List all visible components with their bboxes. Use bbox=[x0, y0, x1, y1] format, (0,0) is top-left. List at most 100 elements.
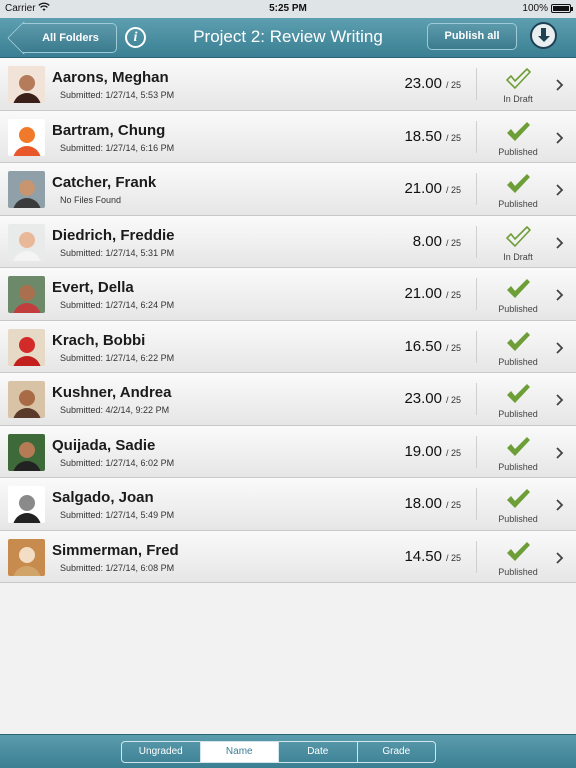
avatar bbox=[8, 171, 45, 208]
chevron-right-icon bbox=[554, 131, 564, 144]
chevron-right-icon bbox=[554, 288, 564, 301]
sort-tab-ungraded[interactable]: Ungraded bbox=[122, 742, 201, 762]
checkmark-icon bbox=[505, 383, 531, 405]
score-max: / 25 bbox=[446, 80, 462, 90]
divider bbox=[476, 278, 477, 310]
avatar bbox=[8, 66, 45, 103]
score-max: / 25 bbox=[446, 132, 462, 143]
student-row[interactable]: Kushner, Andrea Submitted: 4/2/14, 9:22 P… bbox=[0, 373, 576, 426]
grade-status: In Draft bbox=[503, 94, 533, 104]
score-value: 14.50 bbox=[404, 547, 442, 565]
student-row[interactable]: Evert, Della Submitted: 1/27/14, 6:24 PM 2… bbox=[0, 268, 576, 321]
student-name: Aarons, Meghan bbox=[52, 69, 169, 86]
divider bbox=[476, 330, 477, 363]
divider bbox=[476, 488, 477, 520]
score-value: 21.00 bbox=[404, 285, 442, 302]
chevron-right-icon bbox=[554, 393, 564, 406]
student-name: Kushner, Andrea bbox=[52, 384, 172, 401]
student-list: Aarons, Meghan Submitted: 1/27/14, 5:53 P… bbox=[0, 58, 576, 583]
grade-status: Published bbox=[498, 146, 538, 157]
student-row[interactable]: Bartram, Chung Submitted: 1/27/14, 6:16 P… bbox=[0, 110, 576, 163]
score-max: / 25 bbox=[446, 552, 462, 563]
grade-status: Published bbox=[498, 199, 538, 209]
student-name: Bartram, Chung bbox=[52, 121, 166, 139]
checkmark-icon bbox=[505, 173, 531, 195]
score-value: 19.00 bbox=[404, 442, 442, 460]
student-name: Catcher, Frank bbox=[52, 174, 157, 191]
chevron-right-icon bbox=[554, 446, 564, 459]
score-max: / 25 bbox=[446, 447, 462, 458]
score-value: 23.00 bbox=[404, 390, 442, 407]
student-row[interactable]: Quijada, Sadie Submitted: 1/27/14, 6:02 P… bbox=[0, 425, 576, 478]
page-title: Project 2: Review Writing bbox=[193, 27, 383, 46]
student-name: Diedrich, Freddie bbox=[52, 226, 175, 244]
grade-status: Published bbox=[498, 409, 538, 419]
avatar bbox=[8, 328, 45, 366]
divider bbox=[476, 435, 477, 468]
student-name: Simmerman, Fred bbox=[52, 541, 179, 559]
download-icon[interactable] bbox=[530, 22, 557, 49]
checkmark-icon bbox=[505, 331, 531, 353]
avatar bbox=[8, 118, 45, 156]
sort-tab-date[interactable]: Date bbox=[279, 742, 358, 762]
chevron-right-icon bbox=[554, 498, 564, 511]
battery-icon bbox=[551, 4, 573, 13]
all-folders-back-button[interactable]: All Folders bbox=[7, 21, 117, 55]
grade-status: In Draft bbox=[503, 251, 533, 262]
checkmark-icon bbox=[505, 278, 531, 300]
submission-info: Submitted: 1/27/14, 6:08 PM bbox=[60, 562, 175, 573]
submission-info: Submitted: 1/27/14, 5:31 PM bbox=[60, 247, 175, 258]
navigation-bar: All Folders i Project 2: Review Writing … bbox=[0, 18, 576, 58]
chevron-right-icon bbox=[554, 78, 564, 91]
checkmark-outline-icon bbox=[505, 68, 531, 90]
student-row[interactable]: Krach, Bobbi Submitted: 1/27/14, 6:22 PM 1… bbox=[0, 320, 576, 373]
student-name: Evert, Della bbox=[52, 279, 134, 296]
submission-info: Submitted: 1/27/14, 6:16 PM bbox=[60, 142, 175, 153]
student-row[interactable]: Simmerman, Fred Submitted: 1/27/14, 6:08 … bbox=[0, 530, 576, 583]
avatar bbox=[8, 381, 45, 418]
checkmark-outline-icon bbox=[505, 225, 531, 248]
checkmark-icon bbox=[505, 436, 531, 458]
student-name: Quijada, Sadie bbox=[52, 436, 156, 454]
score-max: / 25 bbox=[446, 290, 462, 300]
divider bbox=[476, 68, 477, 100]
clock: 5:25 PM bbox=[269, 3, 307, 14]
checkmark-icon bbox=[505, 121, 531, 143]
status-bar: Carrier 5:25 PM 100% bbox=[0, 0, 576, 18]
student-row[interactable]: Diedrich, Freddie Submitted: 1/27/14, 5:3… bbox=[0, 215, 576, 268]
chevron-right-icon bbox=[554, 236, 564, 249]
grade-status: Published bbox=[498, 514, 538, 524]
score-max: / 25 bbox=[446, 237, 462, 248]
avatar bbox=[8, 223, 45, 261]
score-value: 16.50 bbox=[404, 337, 442, 355]
chevron-right-icon bbox=[554, 551, 564, 564]
divider bbox=[476, 383, 477, 415]
divider bbox=[476, 120, 477, 153]
score-value: 23.00 bbox=[404, 75, 442, 92]
submission-info: Submitted: 1/27/14, 5:53 PM bbox=[60, 90, 175, 100]
submission-info: Submitted: 1/27/14, 6:24 PM bbox=[60, 300, 175, 310]
student-row[interactable]: Salgado, Joan Submitted: 1/27/14, 5:49 PM… bbox=[0, 478, 576, 531]
student-row[interactable]: Aarons, Meghan Submitted: 1/27/14, 5:53 P… bbox=[0, 58, 576, 111]
score-max: / 25 bbox=[446, 342, 462, 353]
submission-info: Submitted: 1/27/14, 6:22 PM bbox=[60, 352, 175, 363]
grade-status: Published bbox=[498, 461, 538, 472]
submission-info: Submitted: 1/27/14, 5:49 PM bbox=[60, 510, 175, 520]
submission-info: Submitted: 1/27/14, 6:02 PM bbox=[60, 457, 175, 468]
sort-tab-name[interactable]: Name bbox=[200, 742, 279, 762]
avatar bbox=[8, 276, 45, 313]
divider bbox=[476, 173, 477, 205]
student-row[interactable]: Catcher, Frank No Files Found 21.00 / 25 Pub… bbox=[0, 163, 576, 216]
grade-status: Published bbox=[498, 356, 538, 367]
bottom-toolbar: Ungraded Name Date Grade bbox=[0, 734, 576, 768]
sort-tab-grade[interactable]: Grade bbox=[358, 742, 436, 762]
publish-all-button[interactable]: Publish all bbox=[427, 23, 517, 50]
avatar bbox=[8, 486, 45, 523]
battery-percent: 100% bbox=[522, 3, 548, 14]
avatar bbox=[8, 538, 45, 576]
student-name: Salgado, Joan bbox=[52, 489, 154, 506]
avatar bbox=[8, 433, 45, 471]
submission-info: No Files Found bbox=[60, 195, 122, 205]
chevron-right-icon bbox=[554, 183, 564, 196]
info-icon[interactable]: i bbox=[125, 27, 146, 48]
